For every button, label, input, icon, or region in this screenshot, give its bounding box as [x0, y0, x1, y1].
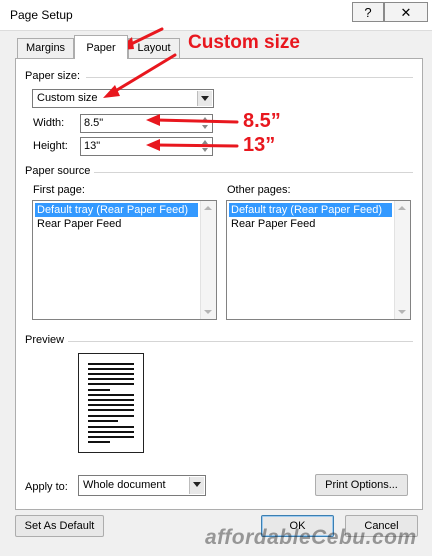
tab-paper[interactable]: Paper: [74, 35, 128, 59]
arrow-to-height: [154, 143, 239, 148]
arrowhead: [103, 85, 120, 98]
annotation-width: 8.5”: [243, 110, 281, 132]
arrow-to-custom-size: [110, 53, 177, 95]
watermark: affordableCebu.com: [205, 526, 417, 549]
arrowhead: [146, 114, 160, 126]
annotation-height: 13”: [243, 134, 276, 156]
annotation-arrows: [103, 27, 239, 151]
annotation-custom-size: Custom size: [188, 32, 300, 53]
arrowhead: [146, 139, 160, 151]
arrow-to-width: [154, 118, 239, 124]
